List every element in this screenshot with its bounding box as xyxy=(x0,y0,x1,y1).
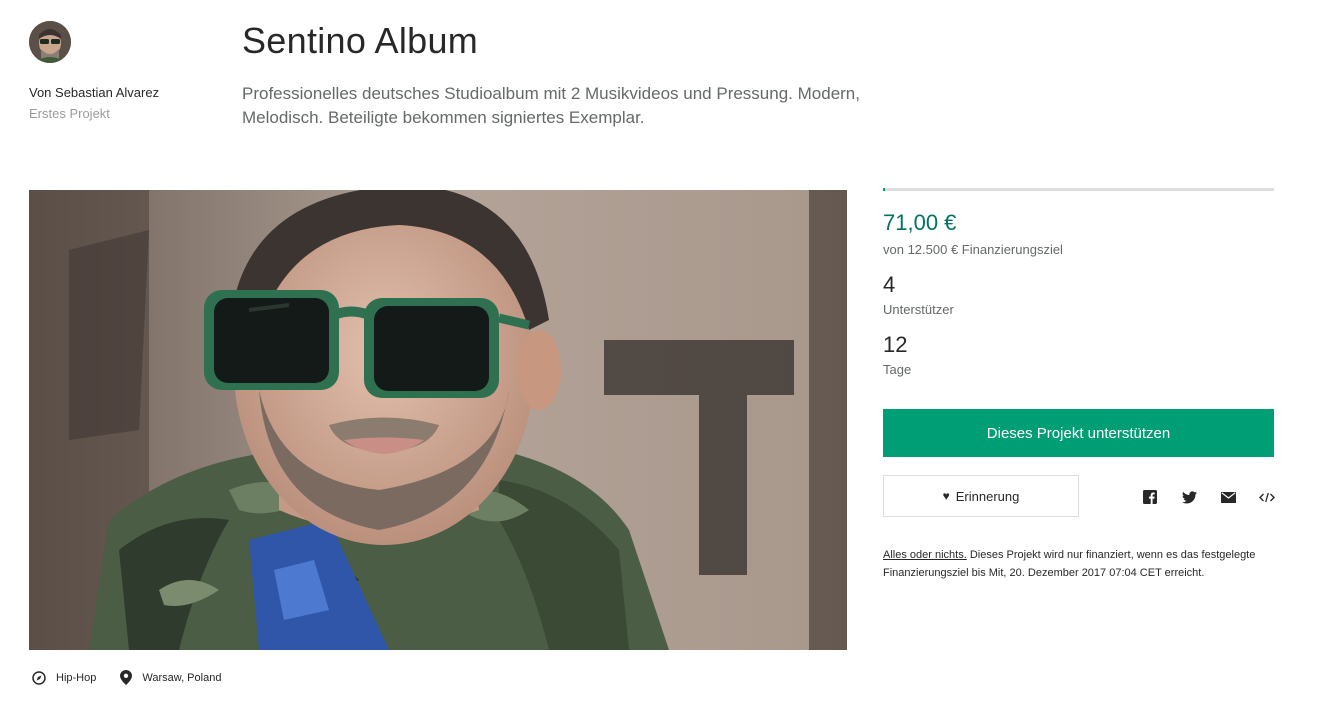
project-hero-image[interactable] xyxy=(29,190,847,650)
funding-progress-fill xyxy=(883,188,886,191)
backers-label: Unterstützer xyxy=(883,302,954,317)
all-or-nothing-link[interactable]: Alles oder nichts. xyxy=(883,549,967,561)
compass-icon xyxy=(32,670,46,685)
days-count: 12 xyxy=(883,332,908,357)
facebook-icon[interactable] xyxy=(1142,489,1158,505)
project-blurb: Professionelles deutsches Studioalbum mi… xyxy=(242,84,860,127)
email-icon[interactable] xyxy=(1220,489,1236,505)
remind-me-button[interactable]: ♥ Erinnerung xyxy=(883,475,1079,517)
creator-avatar[interactable] xyxy=(29,21,71,63)
creator-name[interactable]: Von Sebastian Alvarez xyxy=(29,85,159,100)
project-title: Sentino Album xyxy=(242,20,479,61)
embed-icon[interactable] xyxy=(1259,489,1275,505)
category-link[interactable]: Hip-Hop xyxy=(32,670,97,685)
location-label: Warsaw, Poland xyxy=(142,671,222,684)
funding-progress-bar xyxy=(883,188,1274,191)
location-link[interactable]: Warsaw, Poland xyxy=(120,670,221,685)
backers-count: 4 xyxy=(883,272,896,297)
pledged-amount: 71,00 € xyxy=(883,210,957,235)
map-pin-icon xyxy=(120,670,133,685)
creator-subtitle: Erstes Projekt xyxy=(29,106,110,121)
remind-me-label: Erinnerung xyxy=(955,488,1020,504)
project-meta: Hip-Hop Warsaw, Poland xyxy=(32,670,245,685)
days-label: Tage xyxy=(883,362,912,377)
back-project-button[interactable]: Dieses Projekt unterstützen xyxy=(883,409,1274,457)
category-label: Hip-Hop xyxy=(56,671,97,684)
heart-icon: ♥ xyxy=(942,489,950,503)
funding-goal: von 12.500 € Finanzierungsziel xyxy=(883,242,1063,257)
twitter-icon[interactable] xyxy=(1181,489,1197,505)
all-or-nothing-notice: Alles oder nichts. Dieses Projekt wird n… xyxy=(883,546,1263,582)
